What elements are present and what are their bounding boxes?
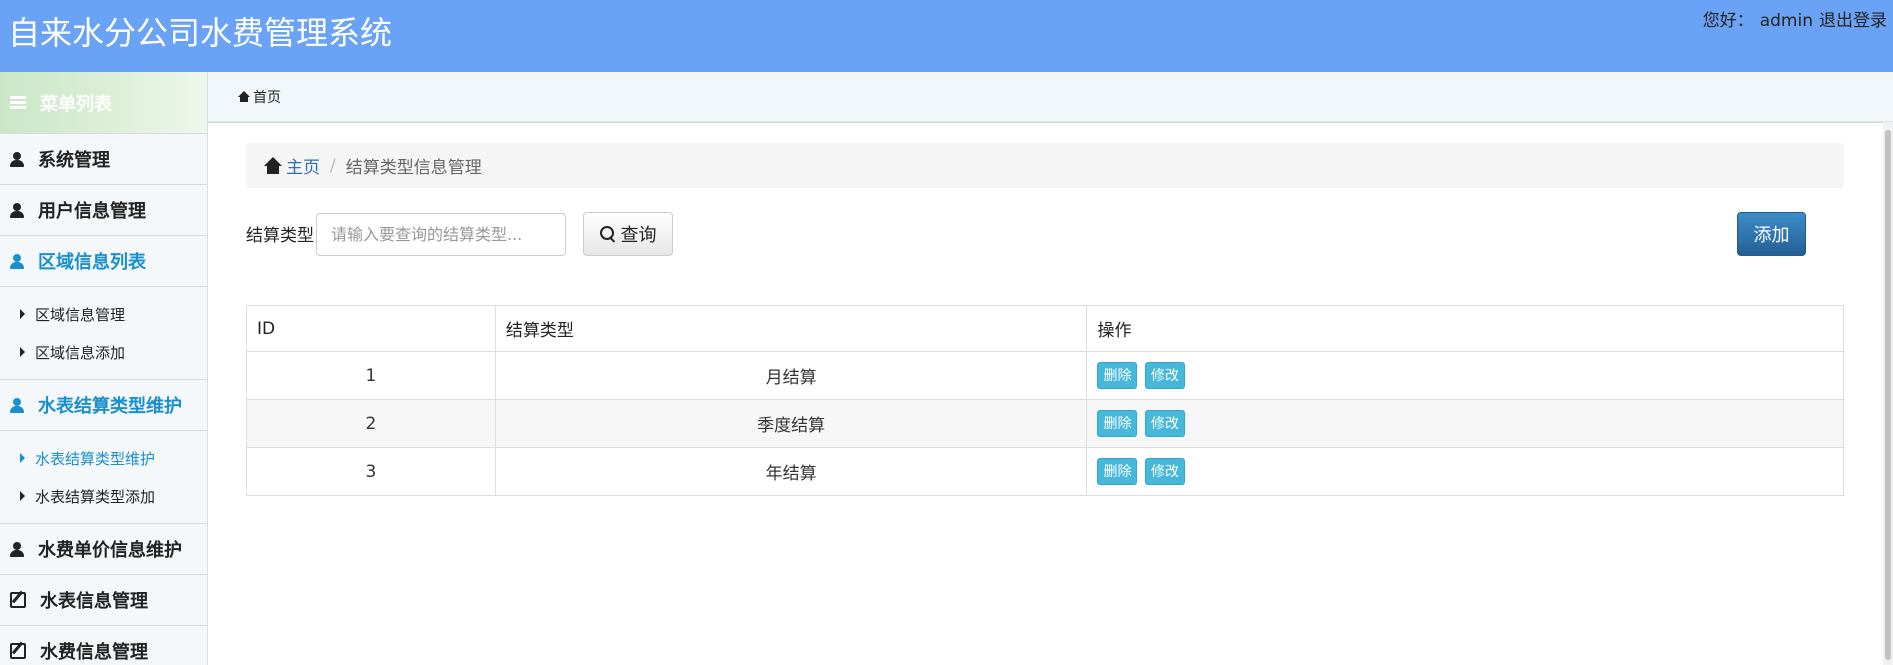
sub-item-settlement-manage[interactable]: 水表结算类型维护 — [0, 439, 207, 477]
breadcrumb-separator: / — [330, 155, 336, 176]
top-nav: 首页 — [208, 72, 1893, 122]
region-submenu: 区域信息管理 区域信息添加 — [0, 287, 207, 380]
sidebar-item-label: 水表信息管理 — [40, 591, 148, 612]
sidebar: 菜单列表 系统管理 用户信息管理 区域信息列表 区域信息管理 区域信息添加 水表… — [0, 72, 208, 665]
app-title: 自来水分公司水费管理系统 — [8, 14, 393, 52]
table-row: 2 季度结算 删除 修改 — [246, 399, 1844, 448]
user-box: 您好： admin 退出登录 — [1697, 6, 1887, 31]
edit-icon — [10, 592, 26, 608]
sidebar-item-system[interactable]: 系统管理 — [0, 134, 207, 185]
user-icon — [10, 254, 24, 269]
sub-item-label: 区域信息管理 — [35, 305, 126, 324]
caret-right-icon — [20, 453, 25, 463]
caret-right-icon — [20, 347, 25, 357]
search-label: 结算类型 — [246, 226, 314, 246]
main-panel: 主页 / 结算类型信息管理 结算类型 查询 添加 ID 结算类型 操作 1 月结… — [208, 122, 1883, 665]
delete-button[interactable]: 删除 — [1097, 410, 1138, 437]
search-icon — [599, 226, 616, 242]
meter-submenu: 水表结算类型维护 水表结算类型添加 — [0, 431, 207, 524]
sub-item-label: 区域信息添加 — [35, 343, 126, 362]
cell-id: 1 — [246, 351, 496, 400]
user-icon — [10, 152, 24, 167]
greeting: 您好： — [1702, 11, 1754, 31]
username: admin — [1759, 11, 1813, 31]
menu-title: 菜单列表 — [40, 93, 112, 115]
cell-actions: 删除 修改 — [1086, 351, 1844, 400]
query-button[interactable]: 查询 — [583, 212, 673, 256]
table-row: 1 月结算 删除 修改 — [246, 351, 1844, 400]
sidebar-item-meter-info[interactable]: 水表信息管理 — [0, 575, 207, 626]
sidebar-item-label: 区域信息列表 — [38, 252, 146, 273]
edit-button[interactable]: 修改 — [1144, 362, 1185, 389]
user-icon — [10, 203, 24, 218]
delete-button[interactable]: 删除 — [1097, 362, 1138, 389]
cell-actions: 删除 修改 — [1086, 399, 1844, 448]
column-header-id: ID — [246, 305, 496, 352]
search-input[interactable] — [316, 213, 566, 256]
breadcrumb-home-link[interactable]: 主页 — [264, 153, 320, 178]
add-button[interactable]: 添加 — [1737, 212, 1806, 256]
caret-right-icon — [20, 309, 25, 319]
scrollbar-thumb[interactable] — [1885, 130, 1891, 660]
home-icon — [264, 157, 282, 174]
sidebar-item-meter-settlement[interactable]: 水表结算类型维护 — [0, 380, 207, 431]
table-header-row: ID 结算类型 操作 — [246, 305, 1844, 352]
edit-icon — [10, 643, 26, 659]
user-icon — [10, 398, 24, 413]
sidebar-item-label: 用户信息管理 — [38, 201, 146, 222]
sub-item-settlement-add[interactable]: 水表结算类型添加 — [0, 477, 207, 515]
breadcrumb-home-label: 主页 — [286, 158, 320, 178]
settlement-table: ID 结算类型 操作 1 月结算 删除 修改 2 季度结算 删除 修改 3 年结… — [246, 305, 1844, 496]
query-button-label: 查询 — [620, 225, 657, 246]
sidebar-item-price[interactable]: 水费单价信息维护 — [0, 524, 207, 575]
sidebar-item-label: 水费单价信息维护 — [38, 540, 182, 561]
cell-id: 2 — [246, 399, 496, 448]
delete-button[interactable]: 删除 — [1097, 458, 1138, 485]
column-header-type: 结算类型 — [494, 305, 1088, 352]
sidebar-item-users[interactable]: 用户信息管理 — [0, 185, 207, 236]
user-icon — [10, 542, 24, 557]
menu-header: 菜单列表 — [0, 72, 207, 134]
table-row: 3 年结算 删除 修改 — [246, 447, 1844, 496]
breadcrumb-current: 结算类型信息管理 — [345, 158, 482, 178]
app-header: 自来水分公司水费管理系统 您好： admin 退出登录 — [0, 0, 1893, 72]
list-icon — [10, 96, 26, 109]
column-header-actions: 操作 — [1086, 305, 1844, 352]
sub-item-region-add[interactable]: 区域信息添加 — [0, 333, 207, 371]
logout-link[interactable]: 退出登录 — [1819, 11, 1887, 31]
home-icon — [238, 91, 250, 102]
edit-button[interactable]: 修改 — [1144, 458, 1185, 485]
cell-type: 季度结算 — [494, 399, 1088, 448]
cell-actions: 删除 修改 — [1086, 447, 1844, 496]
sidebar-item-regions[interactable]: 区域信息列表 — [0, 236, 207, 287]
sidebar-item-fee-info[interactable]: 水费信息管理 — [0, 626, 207, 665]
sub-item-label: 水表结算类型维护 — [35, 449, 156, 468]
caret-right-icon — [20, 491, 25, 501]
sub-item-region-manage[interactable]: 区域信息管理 — [0, 295, 207, 333]
breadcrumb: 主页 / 结算类型信息管理 — [246, 143, 1844, 188]
sidebar-item-label: 系统管理 — [38, 150, 110, 171]
topnav-home-link[interactable]: 首页 — [253, 87, 281, 107]
sidebar-item-label: 水费信息管理 — [40, 642, 148, 663]
cell-id: 3 — [246, 447, 496, 496]
cell-type: 月结算 — [494, 351, 1088, 400]
sidebar-item-label: 水表结算类型维护 — [38, 396, 182, 417]
vertical-scrollbar[interactable] — [1883, 122, 1893, 665]
edit-button[interactable]: 修改 — [1144, 410, 1185, 437]
sub-item-label: 水表结算类型添加 — [35, 487, 156, 506]
cell-type: 年结算 — [494, 447, 1088, 496]
